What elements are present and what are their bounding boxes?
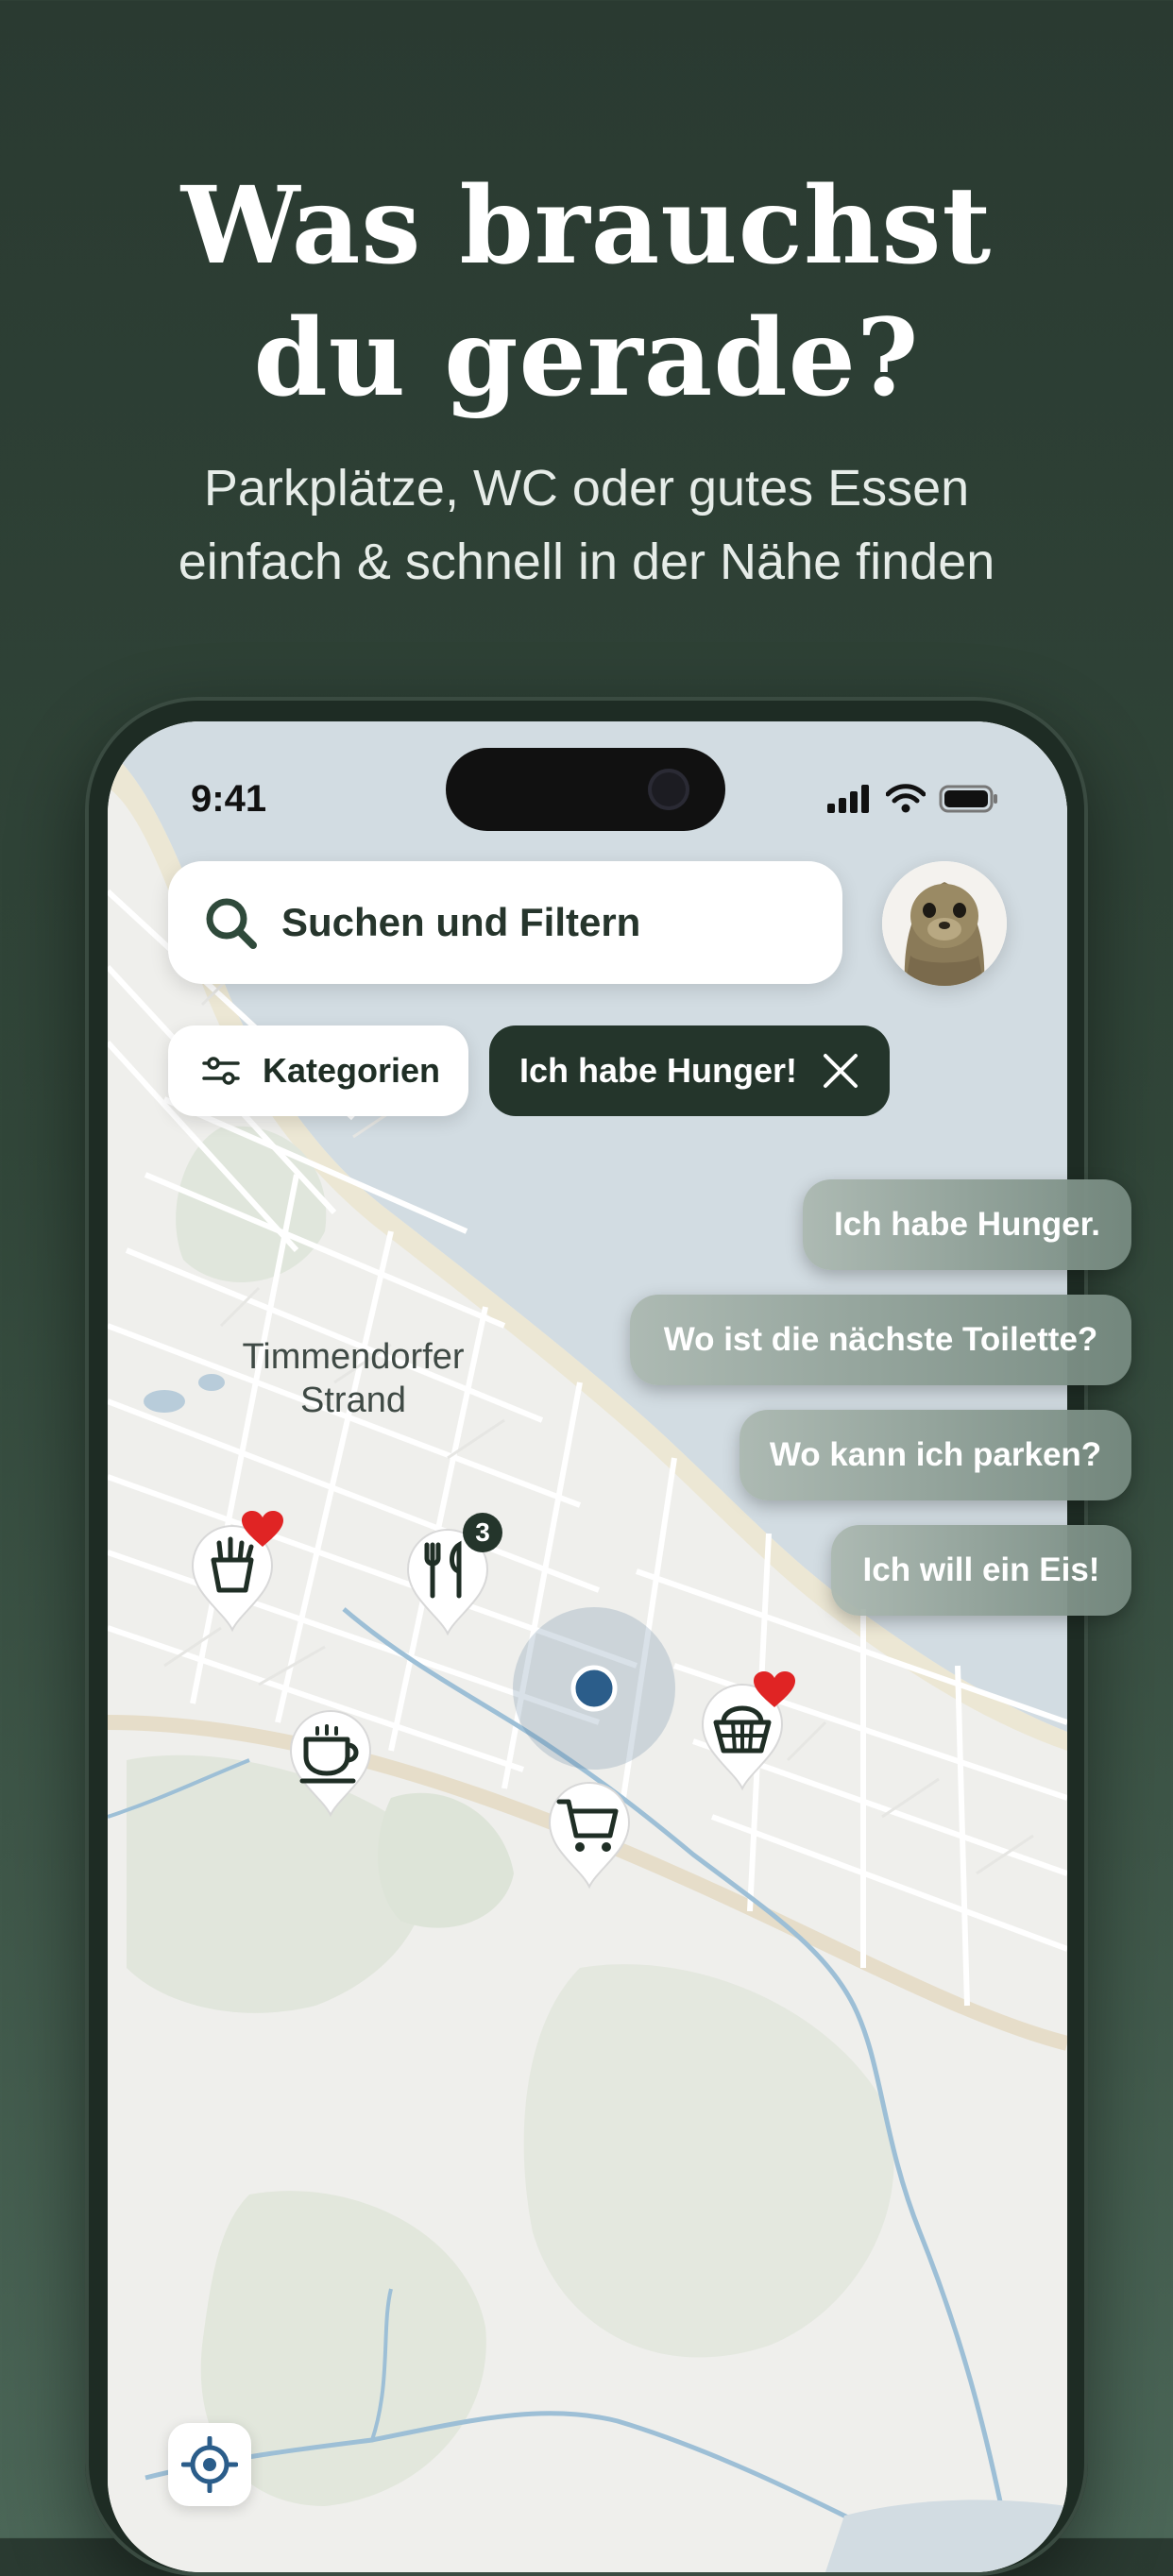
suggestion-bubble[interactable]: Ich will ein Eis! — [831, 1525, 1131, 1616]
promo-headline: Was brauchst du gerade? — [0, 161, 1173, 425]
headline-line-1: Was brauchst — [180, 164, 993, 288]
headline-line-2: du gerade? — [253, 297, 920, 420]
categories-label: Kategorien — [263, 1051, 441, 1090]
filter-sliders-icon — [202, 1057, 240, 1085]
pin-shopping-cart[interactable] — [542, 1773, 637, 1901]
favorite-heart-icon — [754, 1671, 795, 1707]
phone-screen: Timmendorfer Strand 9:41 Suchen und Filt… — [108, 721, 1067, 2572]
categories-chip[interactable]: Kategorien — [168, 1025, 468, 1116]
promo-subline: Parkplätze, WC oder gutes Essen einfach … — [0, 451, 1173, 599]
locate-button[interactable] — [168, 2423, 251, 2506]
place-label-line-2: Strand — [300, 1381, 406, 1420]
suggestion-bubble[interactable]: Wo kann ich parken? — [740, 1410, 1131, 1500]
coffee-icon — [289, 1710, 372, 1818]
active-filter-chip[interactable]: Ich habe Hunger! — [489, 1025, 890, 1116]
seal-avatar — [882, 861, 1007, 986]
status-time: 9:41 — [191, 778, 267, 820]
search-bar[interactable]: Suchen und Filtern — [168, 861, 842, 984]
dynamic-island — [446, 748, 725, 831]
search-label: Suchen und Filtern — [281, 900, 641, 944]
user-location-dot — [570, 1665, 618, 1712]
suggestion-bubble[interactable]: Ich habe Hunger. — [803, 1179, 1131, 1270]
shopping-cart-icon — [548, 1782, 631, 1890]
map-place-label: Timmendorfer Strand — [212, 1335, 495, 1422]
active-filter-label: Ich habe Hunger! — [519, 1051, 798, 1090]
close-icon[interactable] — [820, 1050, 861, 1092]
signal-icon — [827, 785, 869, 813]
avatar[interactable] — [882, 861, 1007, 986]
map[interactable] — [108, 721, 1067, 2572]
pin-basket[interactable] — [695, 1671, 795, 1803]
pin-restaurant[interactable]: 3 — [400, 1513, 502, 1648]
place-label-line-1: Timmendorfer — [242, 1337, 465, 1377]
camera-icon — [648, 769, 689, 810]
pin-coffee[interactable] — [283, 1702, 378, 1829]
wifi-icon — [886, 784, 926, 813]
pin-fast-food[interactable] — [185, 1511, 283, 1644]
pond — [144, 1390, 185, 1413]
pin-count-badge: 3 — [463, 1513, 502, 1552]
status-icons — [827, 784, 999, 814]
favorite-heart-icon — [242, 1511, 283, 1547]
crosshair-icon — [181, 2436, 238, 2493]
subline-line-2: einfach & schnell in der Nähe finden — [178, 534, 995, 590]
battery-icon — [939, 785, 997, 813]
search-icon — [206, 898, 257, 949]
subline-line-1: Parkplätze, WC oder gutes Essen — [203, 460, 970, 517]
suggestion-bubble[interactable]: Wo ist die nächste Toilette? — [630, 1295, 1131, 1385]
